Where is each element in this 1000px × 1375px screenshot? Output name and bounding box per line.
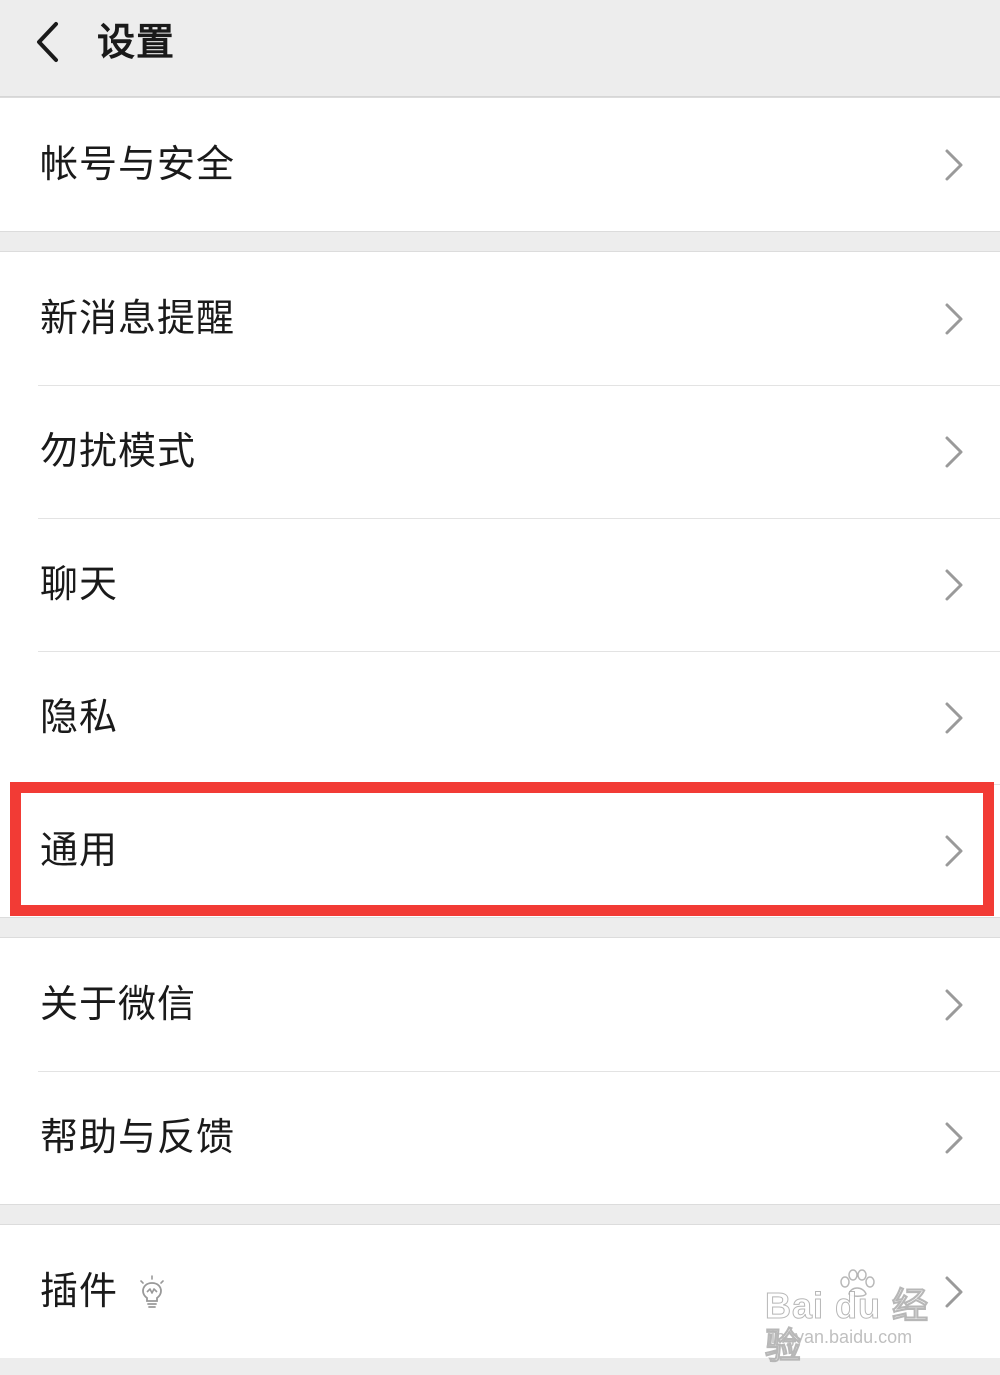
chevron-right-icon xyxy=(945,303,963,334)
settings-group-about: 关于微信 帮助与反馈 xyxy=(0,937,1000,1205)
chevron-right-icon xyxy=(945,835,963,866)
page-title: 设置 xyxy=(97,20,176,64)
lightbulb-icon xyxy=(140,1274,164,1308)
chevron-right-icon xyxy=(945,702,963,733)
settings-item-help-feedback[interactable]: 帮助与反馈 xyxy=(0,1071,1000,1204)
chevron-right-icon xyxy=(945,989,963,1020)
settings-item-plugins[interactable]: 插件 xyxy=(0,1225,1000,1358)
settings-item-do-not-disturb[interactable]: 勿扰模式 xyxy=(0,385,1000,518)
settings-item-label: 插件 xyxy=(40,1269,119,1313)
bottom-spacer xyxy=(0,1358,1000,1375)
chevron-right-icon xyxy=(945,569,963,600)
settings-item-label: 隐私 xyxy=(40,695,119,739)
settings-item-privacy[interactable]: 隐私 xyxy=(0,651,1000,784)
settings-item-label: 帐号与安全 xyxy=(40,142,236,186)
settings-group-account: 帐号与安全 xyxy=(0,97,1000,232)
chevron-right-icon xyxy=(945,1276,963,1307)
settings-item-chat[interactable]: 聊天 xyxy=(0,518,1000,651)
settings-item-label: 关于微信 xyxy=(40,982,197,1026)
settings-item-about-wechat[interactable]: 关于微信 xyxy=(0,938,1000,1071)
settings-item-label: 勿扰模式 xyxy=(40,429,197,473)
chevron-left-icon[interactable] xyxy=(30,20,70,64)
settings-item-label: 新消息提醒 xyxy=(40,296,236,340)
header-bar: 设置 xyxy=(0,0,1000,97)
settings-item-new-message-notification[interactable]: 新消息提醒 xyxy=(0,252,1000,385)
settings-item-label: 聊天 xyxy=(40,562,119,606)
chevron-right-icon xyxy=(945,436,963,467)
settings-group-main: 新消息提醒 勿扰模式 聊天 隐私 通用 xyxy=(0,251,1000,918)
chevron-right-icon xyxy=(945,1122,963,1153)
settings-group-plugins: 插件 xyxy=(0,1224,1000,1359)
settings-item-account-security[interactable]: 帐号与安全 xyxy=(0,98,1000,231)
settings-item-label: 帮助与反馈 xyxy=(40,1115,236,1159)
settings-page: 设置 帐号与安全 新消息提醒 勿扰模式 聊天 隐私 通用 关于微信 帮助与反馈 … xyxy=(0,0,1000,1375)
settings-item-general[interactable]: 通用 xyxy=(0,784,1000,917)
chevron-right-icon xyxy=(945,149,963,180)
settings-item-label: 通用 xyxy=(40,828,119,872)
